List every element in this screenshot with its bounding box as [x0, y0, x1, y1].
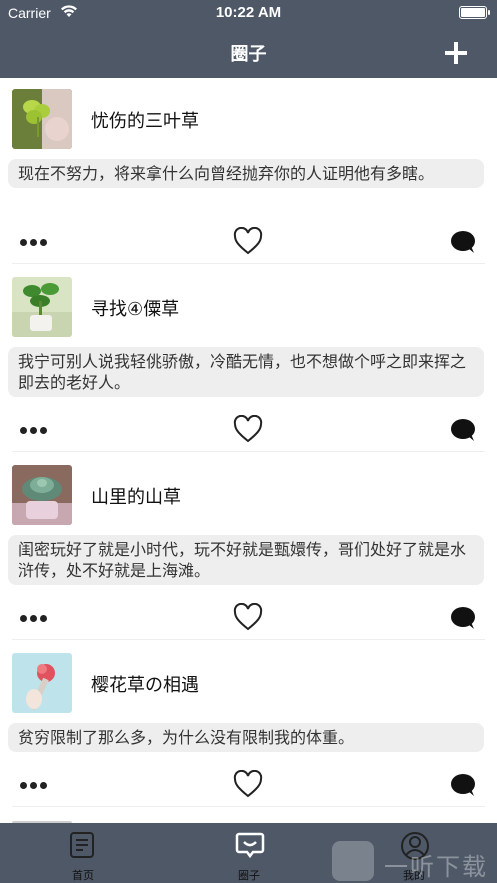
post-avatar[interactable] [12, 277, 72, 337]
tab-label: 圈子 [238, 869, 260, 882]
post-content: 贫穷限制了那么多，为什么没有限制我的体重。 [8, 723, 484, 752]
status-bar: Carrier 10:22 AM [0, 0, 497, 26]
battery-icon [459, 6, 490, 19]
post-title: 寻找④僳草 [91, 299, 180, 320]
post-title: 忧伤的三叶草 [91, 111, 199, 132]
post-actions [0, 226, 497, 264]
heart-icon[interactable] [233, 415, 263, 443]
watermark: 一听下载 [332, 841, 497, 881]
tab-home[interactable]: 首页 [33, 823, 133, 883]
post-title: 山里的山草 [91, 487, 181, 508]
post-feed[interactable]: 忧伤的三叶草 现在不努力，将来拿什么向曾经抛弃你的人证明他有多瞎。 寻找④僳草 … [0, 78, 497, 823]
post-avatar[interactable] [12, 653, 72, 713]
post-avatar[interactable] [12, 465, 72, 525]
document-icon [70, 832, 94, 858]
divider [12, 639, 485, 640]
watermark-text: 一听下载 [384, 853, 488, 881]
more-options-icon[interactable] [20, 615, 48, 623]
post-actions [0, 414, 497, 452]
potted-plant-photo-icon [12, 277, 72, 337]
heart-icon[interactable] [233, 603, 263, 631]
top-bar: Carrier 10:22 AM 圈子 [0, 0, 497, 78]
comment-icon[interactable] [450, 606, 476, 630]
clover-photo-icon [12, 89, 72, 149]
heart-icon[interactable] [233, 770, 263, 798]
post-content: 闺密玩好了就是小时代，玩不好就是甄嬛传，哥们处好了就是水浒传，处不好就是上海滩。 [8, 535, 484, 585]
chat-bubble-icon [235, 832, 265, 859]
comment-icon[interactable] [450, 773, 476, 797]
tab-circle[interactable]: 圈子 [199, 823, 299, 883]
post-title: 樱花草の相遇 [91, 675, 199, 696]
post-card: 忧伤的三叶草 现在不努力，将来拿什么向曾经抛弃你的人证明他有多瞎。 [0, 78, 497, 266]
divider [12, 263, 485, 264]
post-content: 我宁可别人说我轻佻骄傲，冷酷无情，也不想做个呼之即来挥之即去的老好人。 [8, 347, 484, 397]
post-card: 樱花草の相遇 贫穷限制了那么多，为什么没有限制我的体重。 [0, 642, 497, 823]
post-content: 现在不努力，将来拿什么向曾经抛弃你的人证明他有多瞎。 [8, 159, 484, 188]
post-actions [0, 769, 497, 807]
tab-bar: 首页 圈子 我的 一听下载 [0, 823, 497, 883]
divider [12, 451, 485, 452]
watermark-logo [332, 841, 374, 881]
post-actions [0, 602, 497, 640]
post-card: 寻找④僳草 我宁可别人说我轻佻骄傲，冷酷无情，也不想做个呼之即来挥之即去的老好人… [0, 266, 497, 454]
more-options-icon[interactable] [20, 239, 48, 247]
status-time: 10:22 AM [215, 4, 282, 21]
comment-icon[interactable] [450, 230, 476, 254]
more-options-icon[interactable] [20, 427, 48, 435]
heart-icon[interactable] [233, 227, 263, 255]
post-avatar[interactable] [12, 89, 72, 149]
tab-label: 首页 [72, 869, 94, 882]
page-title: 圈子 [230, 44, 267, 65]
more-options-icon[interactable] [20, 782, 48, 790]
comment-icon[interactable] [450, 418, 476, 442]
post-card: 山里的山草 闺密玩好了就是小时代，玩不好就是甄嬛传，哥们处好了就是水浒传，处不好… [0, 454, 497, 642]
add-post-button[interactable] [445, 42, 467, 64]
divider [12, 806, 485, 807]
flower-photo-icon [12, 653, 72, 713]
succulent-photo-icon [12, 465, 72, 525]
